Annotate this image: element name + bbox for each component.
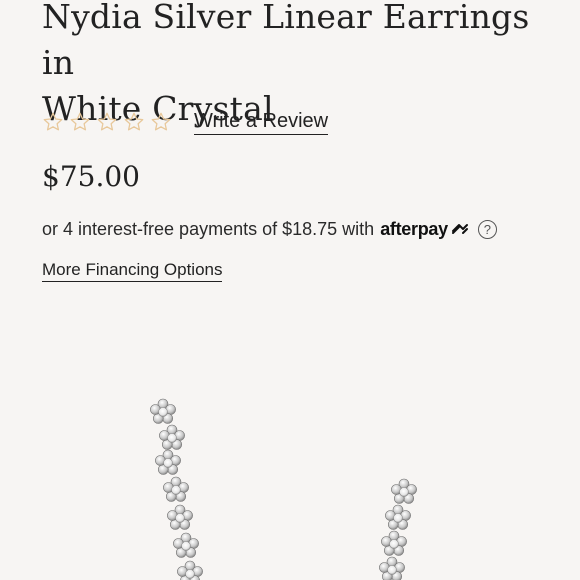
rating-row: Write a Review [42, 108, 329, 136]
earrings-product-image [150, 398, 417, 580]
more-financing-link[interactable]: More Financing Options [42, 260, 223, 282]
afterpay-wordmark: afterpay [380, 218, 448, 239]
left-earring [150, 398, 203, 580]
star-rating[interactable] [42, 111, 172, 133]
star-icon[interactable] [150, 111, 172, 133]
write-review-link[interactable]: Write a Review [194, 110, 329, 135]
star-icon[interactable] [42, 111, 64, 133]
star-icon[interactable] [69, 111, 91, 133]
installments-row: or 4 interest-free payments of $18.75 wi… [42, 215, 497, 243]
star-icon[interactable] [123, 111, 145, 133]
product-title-line-1: Nydia Silver Linear Earrings in [42, 0, 530, 82]
right-earring [379, 478, 417, 580]
afterpay-arrows-icon [451, 224, 468, 234]
afterpay-logo[interactable]: afterpay [380, 219, 470, 240]
installments-text: or 4 interest-free payments of $18.75 wi… [42, 218, 375, 239]
help-icon[interactable]: ? [477, 219, 497, 239]
product-price: $75.00 [42, 160, 140, 193]
star-icon[interactable] [96, 111, 118, 133]
